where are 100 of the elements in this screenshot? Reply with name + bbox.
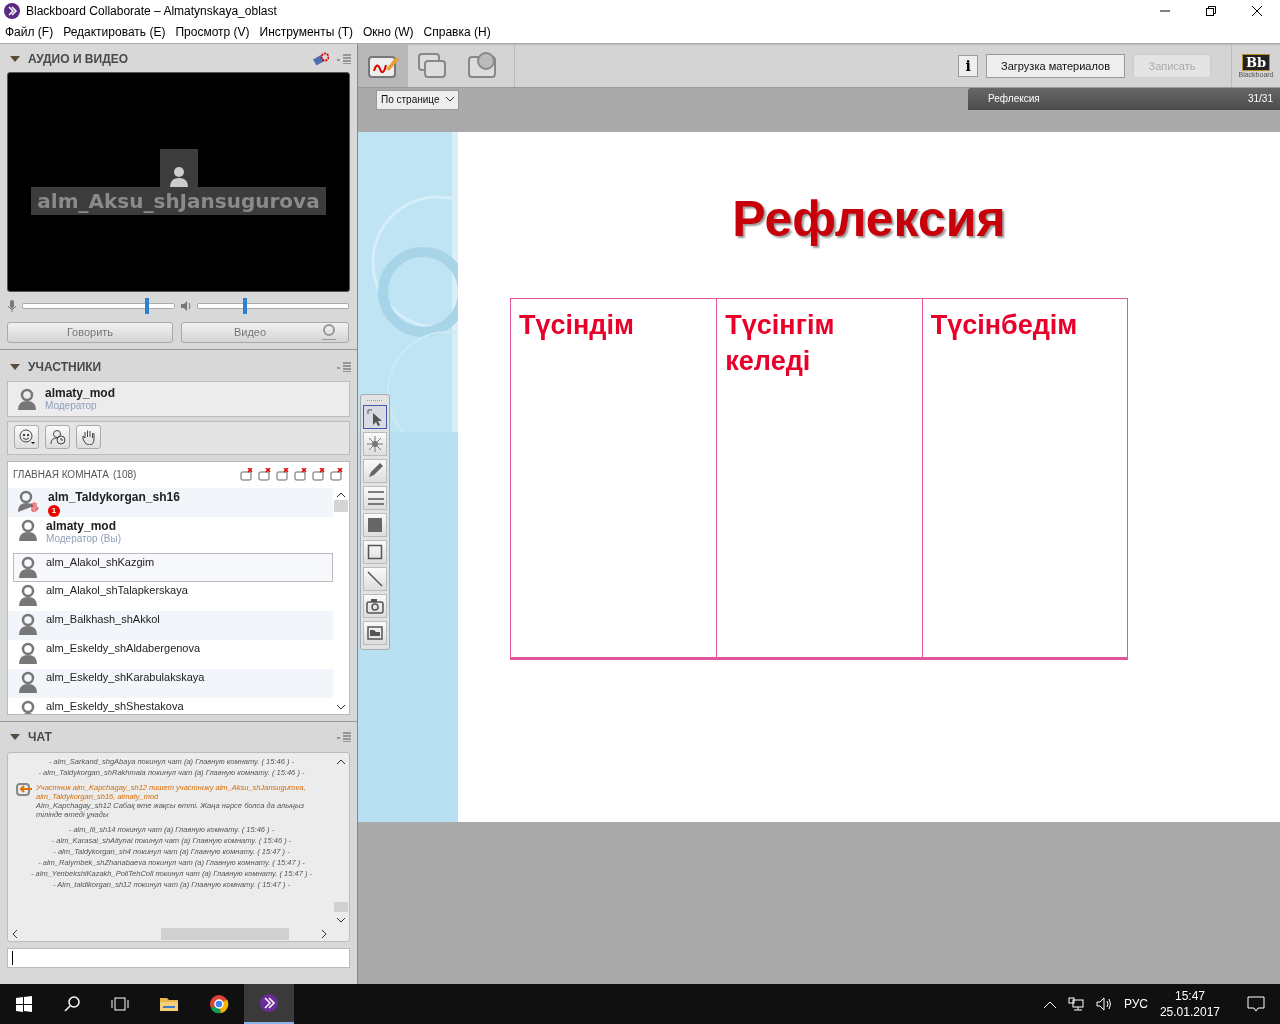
language-indicator[interactable]: РУС xyxy=(1123,997,1148,1011)
user-name: almaty_mod xyxy=(45,386,116,401)
step-away-button[interactable] xyxy=(45,425,70,449)
room-count: (108) xyxy=(113,469,137,481)
participant-row[interactable]: alm_Alakol_shTalapkerskaya xyxy=(8,582,333,611)
panel-title: УЧАСТНИКИ xyxy=(28,360,102,374)
participant-name: almaty_mod xyxy=(46,519,118,533)
pen-icon xyxy=(366,462,384,480)
menu-item[interactable]: Просмотр (V) xyxy=(170,25,255,40)
filled-rect-icon xyxy=(366,516,384,534)
collaborate-icon xyxy=(259,993,279,1013)
notification-icon xyxy=(1247,996,1265,1012)
video-caption: alm_Aksu_shJansugurova xyxy=(31,187,326,215)
search-icon xyxy=(64,996,80,1012)
chrome-icon xyxy=(209,994,229,1014)
participant-row[interactable]: alm_Alakol_shKazgim xyxy=(13,553,333,582)
video-button[interactable]: Видео xyxy=(181,322,349,343)
restore-icon xyxy=(1206,6,1216,16)
table-header-cell: Түсінбедім xyxy=(921,299,1127,657)
taskbar-app[interactable] xyxy=(244,984,294,1024)
page-counter: 31/31 xyxy=(1247,93,1273,105)
tool-button[interactable] xyxy=(363,567,387,591)
menu-item[interactable]: Файл (F) xyxy=(0,25,59,40)
select-icon xyxy=(366,408,384,426)
participant-row[interactable]: alm_Balkhash_shAkkol xyxy=(8,611,333,640)
person-icon xyxy=(17,388,37,410)
tool-button[interactable] xyxy=(363,486,387,510)
chevron-down-icon xyxy=(445,97,454,103)
notification-badge: 1 xyxy=(48,505,60,517)
scroll-up-icon[interactable] xyxy=(337,759,345,764)
windows-icon xyxy=(16,996,32,1012)
participant-row[interactable]: alm_Eskeldy_shAldabergenova xyxy=(8,640,333,669)
clock-date[interactable]: 25.01.2017 xyxy=(1159,1004,1220,1020)
tool-button[interactable] xyxy=(363,432,387,456)
logo: Bb xyxy=(1241,54,1271,71)
menu-item[interactable]: Инструменты (T) xyxy=(254,25,359,40)
participant-name: alm_Eskeldy_shAldabergenova xyxy=(46,642,201,654)
tool-button[interactable] xyxy=(363,594,387,618)
user-role: Модератор xyxy=(45,400,98,412)
page-title: Рефлексия xyxy=(988,93,1040,105)
camera-settings-icon[interactable] xyxy=(313,52,329,66)
mode-tab[interactable] xyxy=(358,45,408,87)
menu-item[interactable]: Справка (H) xyxy=(418,25,496,40)
slider-thumb[interactable] xyxy=(145,298,150,314)
participant-name: alm_Eskeldy_shShestakova xyxy=(46,700,184,712)
hand-icon xyxy=(81,429,96,445)
participant-row[interactable]: almaty_mod Модератор (Вы) xyxy=(8,517,333,553)
image-icon xyxy=(366,624,384,642)
volume-slider[interactable] xyxy=(22,298,175,314)
upload-button[interactable]: Загрузка материалов xyxy=(986,54,1125,78)
pointer-icon xyxy=(366,435,384,453)
scroll-up-icon[interactable] xyxy=(337,492,345,497)
speaker-icon xyxy=(180,301,191,311)
scroll-down-icon[interactable] xyxy=(337,918,345,923)
table-header-cell-text: Түсіндім xyxy=(518,309,635,342)
participant-name: alm_Taldykorgan_sh16 xyxy=(48,490,180,504)
zoom-dropdown[interactable]: По странице xyxy=(376,90,459,110)
scrollbar-thumb[interactable] xyxy=(161,928,289,940)
tool-button[interactable] xyxy=(363,405,387,429)
chevron-up-icon[interactable] xyxy=(1043,1000,1056,1008)
scrollbar-thumb[interactable] xyxy=(334,500,348,512)
network-icon[interactable] xyxy=(1067,997,1084,1011)
volume-slider[interactable] xyxy=(196,298,349,314)
tool-button[interactable] xyxy=(363,540,387,564)
participant-row[interactable]: alm_Eskeldy_shShestakova xyxy=(8,698,333,714)
volume-icon[interactable] xyxy=(1095,997,1112,1011)
tool-button[interactable] xyxy=(363,513,387,537)
collapse-arrow-icon[interactable] xyxy=(10,364,20,370)
text-icon xyxy=(366,489,384,507)
tool-button[interactable] xyxy=(363,459,387,483)
scroll-down-icon[interactable] xyxy=(337,705,345,710)
participant-row[interactable]: alm_Eskeldy_shKarabulakskaya xyxy=(8,669,333,698)
participant-name: alm_Balkhash_shAkkol xyxy=(46,613,160,625)
clock-time[interactable]: 15:47 xyxy=(1174,988,1205,1004)
talk-button[interactable]: Говорить xyxy=(7,322,173,343)
microphone-icon xyxy=(8,300,16,312)
participant-name: alm_Eskeldy_shKarabulakskaya xyxy=(46,671,205,683)
app-logo-icon xyxy=(4,3,20,19)
menu-item[interactable]: Окно (W) xyxy=(358,25,419,40)
slider-thumb[interactable] xyxy=(243,298,248,314)
person-icon xyxy=(168,165,189,187)
rect-icon xyxy=(366,543,384,561)
collapse-arrow-icon[interactable] xyxy=(10,734,20,740)
participant-row[interactable]: alm_Taldykorgan_sh16 1 xyxy=(8,488,333,517)
participant-role: Модератор (Вы) xyxy=(46,533,121,544)
chat-input-field[interactable] xyxy=(7,948,350,968)
tool-button[interactable] xyxy=(363,621,387,645)
raise-hand-button[interactable] xyxy=(76,425,101,449)
slide-title: Рефлексия xyxy=(732,190,1006,248)
smiley-icon xyxy=(18,429,35,445)
collapse-arrow-icon[interactable] xyxy=(10,56,20,62)
line-icon xyxy=(366,570,384,588)
scroll-left-icon[interactable] xyxy=(12,930,17,938)
grip-icon[interactable] xyxy=(367,399,383,402)
info-button[interactable]: i xyxy=(958,55,979,77)
camera-icon xyxy=(366,597,384,615)
scrollbar-thumb[interactable] xyxy=(334,902,348,912)
scroll-right-icon[interactable] xyxy=(322,930,327,938)
menu-item[interactable]: Редактировать (E) xyxy=(58,25,171,40)
emoticon-button[interactable] xyxy=(14,425,39,449)
